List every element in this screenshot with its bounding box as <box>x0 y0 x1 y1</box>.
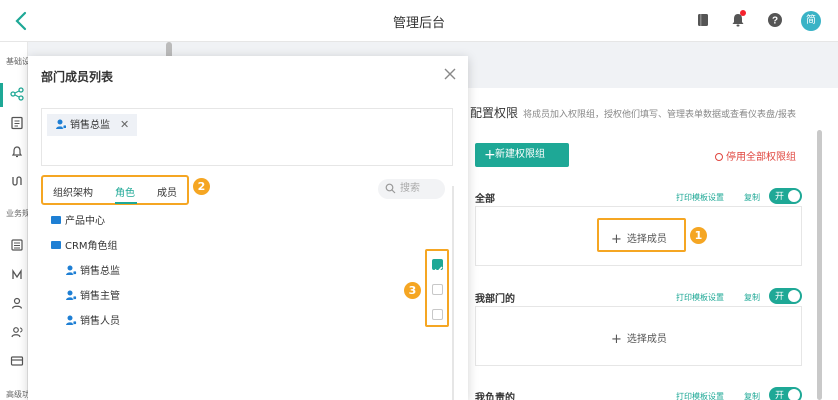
sidebar-active-indicator <box>0 83 3 107</box>
tab-bar: 组织架构 角色 成员 <box>41 175 189 205</box>
permissions-title: 配置权限 <box>470 106 519 120</box>
tree-item-role[interactable]: 销售主管 <box>65 287 120 302</box>
stop-all-groups-link[interactable]: 停用全部权限组 <box>715 148 796 163</box>
sidebar: 基础设置 业务规则 高级功能 <box>0 42 28 400</box>
tree-item-label: 销售人员 <box>80 316 120 327</box>
svg-text:?: ? <box>772 16 778 27</box>
sidebar-section-advanced: 高级功能 <box>6 390 28 399</box>
chip-label: 销售总监 <box>70 120 110 131</box>
selected-members-area: 销售总监 ✕ <box>41 108 453 166</box>
role-icon <box>66 265 77 275</box>
folder-icon <box>51 241 61 249</box>
step-badge-2: 2 <box>193 178 210 195</box>
sidebar-section-business: 业务规则 <box>6 209 28 218</box>
tree-item-folder[interactable]: 产品中心 <box>51 212 105 227</box>
select-member-button[interactable]: + 选择成员 <box>611 330 667 347</box>
print-template-link[interactable]: 打印模板设置 <box>676 192 724 203</box>
notification-dot <box>740 10 746 16</box>
tree-item-role[interactable]: 销售人员 <box>65 312 120 327</box>
tree-item-label: CRM角色组 <box>65 241 118 252</box>
dialog-title: 部门成员列表 <box>41 70 114 84</box>
sidebar-section-basic: 基础设置 <box>6 57 28 66</box>
group-title-my-responsible: 我负责的 <box>475 393 515 400</box>
toggle-label: 开 <box>775 391 785 400</box>
checkbox-highlight <box>425 249 449 327</box>
close-icon[interactable] <box>442 66 458 82</box>
form-icon[interactable] <box>10 116 24 130</box>
checkbox-checked[interactable] <box>432 259 443 274</box>
bell-outline-icon[interactable] <box>10 145 24 159</box>
toggle-label: 开 <box>775 192 785 202</box>
tree-item-label: 销售总监 <box>80 266 120 277</box>
group-toggle[interactable]: 开 <box>769 188 802 204</box>
dialog-scrollbar[interactable] <box>452 186 454 400</box>
tree-item-folder[interactable]: CRM角色组 <box>51 237 118 252</box>
share-icon[interactable] <box>10 87 24 101</box>
active-tab-underline <box>115 202 137 204</box>
users-icon[interactable] <box>10 325 24 339</box>
tab-roles[interactable]: 角色 <box>115 184 135 199</box>
copy-link[interactable]: 复制 <box>744 391 760 400</box>
tab-members[interactable]: 成员 <box>157 184 177 199</box>
tree-item-role[interactable]: 销售总监 <box>65 262 120 277</box>
plus-icon: + <box>611 332 622 347</box>
list-icon[interactable] <box>10 238 24 252</box>
selected-chip: 销售总监 ✕ <box>47 114 138 136</box>
page-title: 管理后台 <box>392 16 445 31</box>
highlight-select-member <box>597 218 686 252</box>
role-icon <box>66 290 77 300</box>
check-icon <box>434 266 443 274</box>
permissions-description: 将成员加入权限组，授权他们填写、管理表单数据或查看仪表盘/报表 <box>523 110 797 120</box>
search-placeholder: 搜索 <box>400 183 420 194</box>
user-icon[interactable] <box>10 296 24 310</box>
tree-item-label: 销售主管 <box>80 291 120 302</box>
remove-chip-icon[interactable]: ✕ <box>120 118 129 131</box>
card-icon[interactable] <box>10 354 24 368</box>
print-template-link[interactable]: 打印模板设置 <box>676 292 724 303</box>
search-icon <box>385 183 396 194</box>
step-badge-1: 1 <box>690 227 707 244</box>
stop-all-label: 停用全部权限组 <box>726 152 796 163</box>
new-group-label: 新建权限组 <box>495 149 545 160</box>
tab-org-structure[interactable]: 组织架构 <box>53 184 93 199</box>
plus-icon: + <box>484 147 496 163</box>
search-input[interactable]: 搜索 <box>378 179 445 199</box>
member-list-dialog: 部门成员列表 销售总监 ✕ 组织架构 角色 成员 2 搜索 产品中心 CRM角色组… <box>28 56 468 400</box>
folder-icon <box>51 216 61 224</box>
step-badge-3: 3 <box>404 282 421 299</box>
print-template-link[interactable]: 打印模板设置 <box>676 391 724 400</box>
group-title-my-department: 我部门的 <box>475 294 515 305</box>
checkbox[interactable] <box>432 284 443 295</box>
page-scrollbar[interactable] <box>817 130 822 400</box>
group-title-all: 全部 <box>475 194 495 205</box>
new-group-button[interactable]: + 新建权限组 <box>475 143 569 167</box>
tree-item-label: 产品中心 <box>65 216 105 227</box>
help-icon[interactable]: ? <box>766 11 784 29</box>
top-bar: 管理后台 ? 简 <box>0 0 838 42</box>
toggle-label: 开 <box>775 292 785 302</box>
copy-link[interactable]: 复制 <box>744 192 760 203</box>
checkbox[interactable] <box>432 309 443 320</box>
book-icon[interactable] <box>694 11 712 29</box>
route-icon[interactable] <box>10 267 24 281</box>
copy-link[interactable]: 复制 <box>744 292 760 303</box>
group-toggle[interactable]: 开 <box>769 288 802 304</box>
role-icon <box>56 119 67 129</box>
stop-icon <box>715 153 723 161</box>
avatar[interactable]: 简 <box>801 11 821 31</box>
flow-icon[interactable] <box>10 174 24 188</box>
group-toggle[interactable]: 开 <box>769 387 802 400</box>
role-icon <box>66 315 77 325</box>
select-member-label: 选择成员 <box>626 334 667 345</box>
